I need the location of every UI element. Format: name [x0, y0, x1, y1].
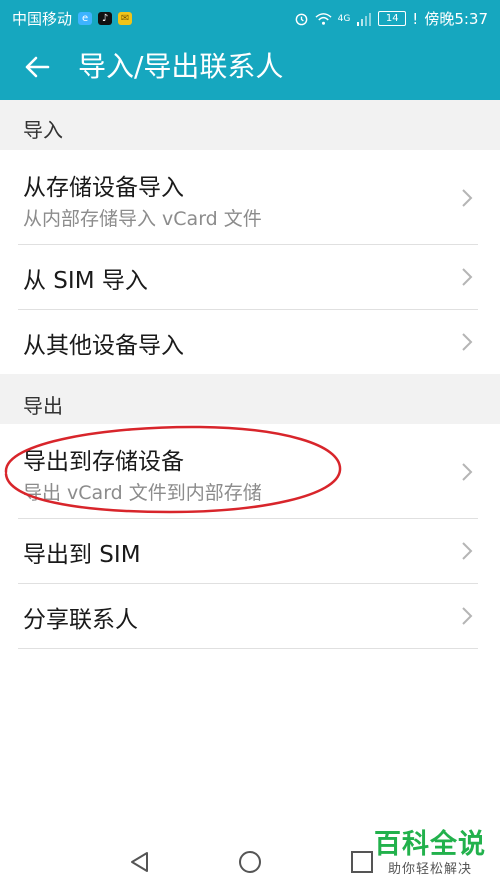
- mail-icon: ✉: [118, 12, 133, 25]
- alarm-icon: [295, 13, 307, 26]
- circle-home-icon[interactable]: [237, 849, 263, 875]
- share-contacts-item[interactable]: 分享联系人: [0, 584, 500, 648]
- tiktok-icon: ♪: [98, 12, 113, 25]
- item-title: 从 SIM 导入: [23, 268, 148, 294]
- chevron-right-icon: [462, 268, 473, 286]
- square-recents-icon[interactable]: [349, 849, 375, 875]
- status-right: 4G 14 ! 傍晚5:37: [294, 8, 488, 29]
- item-title: 从存储设备导入: [23, 175, 184, 201]
- battery-level: 14: [385, 13, 399, 24]
- item-title: 从其他设备导入: [23, 333, 184, 359]
- import-header-label: 导入: [23, 118, 63, 142]
- export-to-storage-item[interactable]: 导出到存储设备 导出 vCard 文件到内部存储: [0, 424, 500, 518]
- signal-icon: [357, 12, 372, 26]
- watermark-title: 百科全说: [374, 829, 486, 860]
- export-to-sim-item[interactable]: 导出到 SIM: [0, 519, 500, 583]
- import-from-storage-item[interactable]: 从存储设备导入 从内部存储导入 vCard 文件: [0, 150, 500, 244]
- network-type-label: 4G: [337, 13, 351, 24]
- status-left: 中国移动 e ♪ ✉: [12, 8, 133, 29]
- app-notification-icon: e: [78, 12, 93, 25]
- chevron-right-icon: [462, 542, 473, 560]
- item-subtitle: 从内部存储导入 vCard 文件: [23, 208, 262, 230]
- watermark-subtitle: 助你轻松解决: [387, 862, 472, 877]
- import-from-sim-item[interactable]: 从 SIM 导入: [0, 245, 500, 309]
- chevron-right-icon: [462, 463, 473, 481]
- watermark: 百科全说 助你轻松解决: [374, 829, 486, 879]
- divider: [18, 648, 478, 649]
- chevron-right-icon: [462, 333, 473, 351]
- clock: 傍晚5:37: [424, 10, 488, 28]
- item-title: 导出到存储设备: [23, 449, 184, 475]
- import-from-other-device-item[interactable]: 从其他设备导入: [0, 310, 500, 374]
- battery-icon: 14: [378, 11, 407, 26]
- arrow-left-icon: [25, 56, 50, 78]
- page-title: 导入/导出联系人: [78, 50, 284, 83]
- status-bar: 中国移动 e ♪ ✉ 4G 14 ! 傍晚5:37: [0, 0, 500, 34]
- item-subtitle: 导出 vCard 文件到内部存储: [23, 482, 262, 504]
- import-section-header: 导入: [0, 100, 500, 150]
- chevron-right-icon: [462, 607, 473, 625]
- wifi-icon: [315, 12, 332, 25]
- app-bar: 导入/导出联系人: [0, 34, 500, 100]
- item-title: 导出到 SIM: [23, 542, 141, 568]
- battery-alert: !: [412, 9, 419, 28]
- back-button[interactable]: [20, 50, 54, 84]
- item-title: 分享联系人: [23, 607, 138, 633]
- triangle-back-icon[interactable]: [127, 849, 153, 875]
- export-header-label: 导出: [23, 394, 63, 418]
- export-section-header: 导出: [0, 374, 500, 424]
- carrier-label: 中国移动: [12, 10, 73, 28]
- chevron-right-icon: [462, 189, 473, 207]
